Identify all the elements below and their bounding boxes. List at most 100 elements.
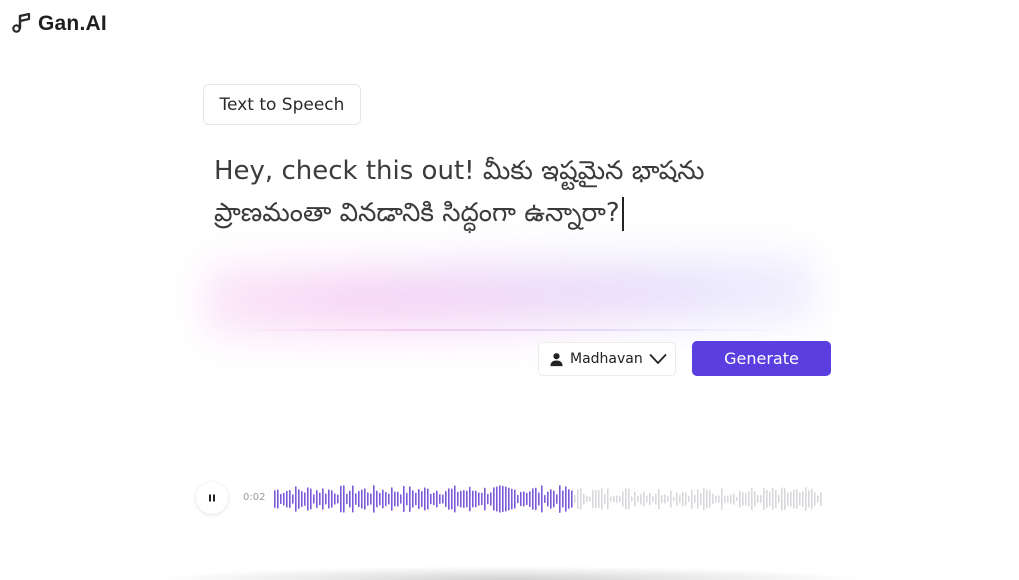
waveform-bar bbox=[433, 492, 435, 506]
waveform-bar bbox=[502, 485, 504, 513]
waveform-bar bbox=[673, 496, 675, 502]
waveform-bar bbox=[748, 491, 750, 507]
waveform-bar bbox=[490, 492, 492, 506]
waveform-bar bbox=[379, 492, 381, 506]
waveform-bar bbox=[403, 485, 405, 513]
waveform-bar bbox=[622, 491, 624, 507]
waveform-bar bbox=[682, 491, 684, 507]
waveform-bar bbox=[685, 492, 687, 506]
waveform-bar bbox=[487, 493, 489, 505]
waveform-bar bbox=[520, 491, 522, 507]
waveform-bar bbox=[607, 488, 609, 510]
waveform-bar bbox=[493, 487, 495, 511]
waveform-bar bbox=[583, 493, 585, 505]
waveform-bar bbox=[364, 488, 366, 510]
speech-text-editor[interactable]: Hey, check this out! మీకు ఇష్టమైన భాషను … bbox=[214, 150, 814, 234]
waveform-bar bbox=[511, 488, 513, 510]
waveform-bar bbox=[619, 495, 621, 503]
audio-waveform[interactable] bbox=[274, 482, 824, 516]
waveform-bar bbox=[532, 488, 534, 510]
text-caret bbox=[621, 196, 624, 231]
waveform-bar bbox=[637, 495, 639, 503]
waveform-bar bbox=[295, 486, 297, 512]
waveform-bar bbox=[451, 488, 453, 510]
waveform-bar bbox=[550, 489, 552, 509]
waveform-bar bbox=[754, 491, 756, 507]
waveform-bar bbox=[298, 489, 300, 509]
waveform-bar bbox=[586, 495, 588, 503]
waveform-bar bbox=[460, 490, 462, 508]
waveform-bar bbox=[616, 495, 618, 503]
waveform-bar bbox=[472, 490, 474, 508]
waveform-bar bbox=[484, 487, 486, 511]
waveform-bar bbox=[418, 489, 420, 510]
waveform-bar bbox=[598, 490, 600, 508]
brand-logo[interactable]: Gan.AI bbox=[10, 12, 107, 36]
waveform-bar bbox=[670, 490, 672, 508]
waveform-bar bbox=[733, 493, 735, 505]
waveform-bar bbox=[547, 491, 549, 507]
tab-text-to-speech[interactable]: Text to Speech bbox=[203, 84, 361, 125]
waveform-bar bbox=[463, 490, 465, 508]
waveform-bar bbox=[457, 491, 459, 507]
waveform-bar bbox=[439, 494, 441, 504]
waveform-bar bbox=[631, 496, 633, 502]
waveform-bar bbox=[640, 493, 642, 505]
waveform-bar bbox=[343, 485, 345, 513]
waveform-bar bbox=[580, 487, 582, 510]
waveform-bar bbox=[469, 486, 471, 512]
waveform-bar bbox=[559, 485, 561, 513]
waveform-bar bbox=[757, 494, 759, 504]
waveform-bar bbox=[409, 486, 411, 512]
waveform-bar bbox=[769, 491, 771, 507]
waveform-bar bbox=[313, 494, 315, 504]
waveform-bar bbox=[544, 494, 546, 503]
waveform-bar bbox=[805, 487, 807, 511]
waveform-bar bbox=[760, 494, 762, 504]
waveform-bar bbox=[406, 492, 408, 506]
waveform-bar bbox=[355, 493, 357, 505]
waveform-bar bbox=[820, 491, 822, 506]
brand-name: Gan.AI bbox=[38, 12, 107, 35]
waveform-bar bbox=[565, 486, 567, 512]
waveform-bar bbox=[385, 491, 387, 507]
waveform-bar bbox=[751, 487, 753, 511]
waveform-bar bbox=[811, 488, 813, 510]
waveform-bar bbox=[589, 496, 591, 502]
editor-line-2-text: ప్రాణమంతా వినడానికి సిద్ధంగా ఉన్నారా? bbox=[214, 198, 620, 228]
waveform-bar bbox=[739, 490, 741, 508]
waveform-bar bbox=[352, 485, 354, 513]
waveform-bar bbox=[736, 497, 738, 501]
waveform-bar bbox=[592, 489, 594, 509]
decorative-glow bbox=[205, 240, 815, 350]
waveform-bar bbox=[664, 494, 666, 504]
voice-selector[interactable]: Madhavan bbox=[538, 342, 676, 376]
decorative-divider bbox=[230, 329, 790, 331]
waveform-bar bbox=[307, 487, 309, 511]
waveform-bar bbox=[643, 491, 645, 507]
waveform-bar bbox=[772, 487, 774, 511]
generate-button[interactable]: Generate bbox=[692, 341, 831, 376]
waveform-bar bbox=[691, 489, 693, 509]
waveform-bar bbox=[688, 495, 690, 503]
waveform-bar bbox=[706, 489, 708, 509]
waveform-bar bbox=[391, 487, 393, 511]
pause-button[interactable] bbox=[196, 482, 228, 514]
waveform-bar bbox=[658, 488, 660, 510]
waveform-bar bbox=[412, 490, 414, 508]
waveform-bar bbox=[529, 491, 531, 507]
waveform-bar bbox=[448, 488, 450, 510]
waveform-bar bbox=[718, 495, 720, 503]
waveform-bar bbox=[430, 493, 432, 505]
waveform-bar bbox=[301, 490, 303, 508]
waveform-bar bbox=[427, 488, 429, 510]
waveform-bar bbox=[454, 485, 456, 513]
waveform-bar bbox=[796, 488, 798, 510]
waveform-bar bbox=[808, 490, 810, 508]
waveform-bar bbox=[574, 494, 576, 504]
waveform-bar bbox=[727, 495, 729, 503]
waveform-bar bbox=[280, 493, 282, 505]
waveform-bar bbox=[763, 487, 765, 511]
waveform-bar bbox=[646, 495, 648, 503]
waveform-bar bbox=[712, 493, 714, 505]
